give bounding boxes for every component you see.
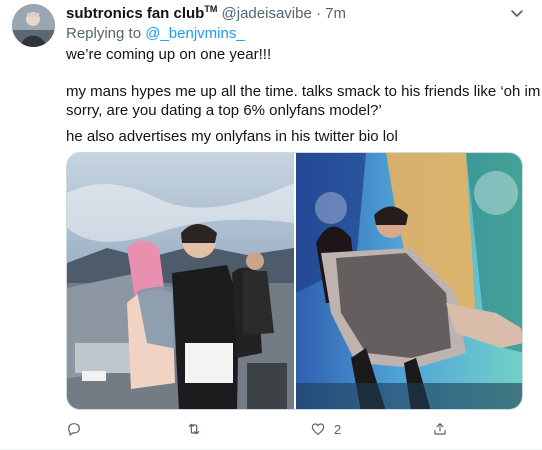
replying-to: Replying to @_benjvmins_ — [66, 25, 245, 42]
retweet-icon — [186, 421, 202, 437]
like-button[interactable]: 2 — [310, 418, 341, 440]
replying-to-link[interactable]: @_benjvmins_ — [145, 25, 244, 42]
trademark-suffix: TM — [204, 4, 218, 14]
timestamp[interactable]: 7m — [325, 5, 346, 22]
share-icon — [432, 421, 448, 437]
retweet-button[interactable] — [186, 418, 202, 440]
separator-dot: · — [315, 5, 321, 22]
tweet-text-line: we’re coming up on one year!!! — [66, 46, 272, 63]
avatar[interactable] — [12, 4, 55, 47]
action-bar: 2 — [66, 418, 446, 440]
tweet-text-line: sorry, are you dating a top 6% onlyfans … — [66, 102, 382, 119]
like-count: 2 — [334, 421, 342, 437]
heart-icon — [310, 421, 326, 437]
display-name[interactable]: subtronics fan clubTM — [66, 4, 218, 22]
tweet-header: subtronics fan clubTM @jadeisavibe · 7m — [66, 4, 346, 24]
tweet-text-line: my mans hypes me up all the time. talks … — [66, 83, 541, 100]
replying-prefix: Replying to — [66, 25, 142, 42]
chevron-down-icon[interactable] — [510, 6, 524, 20]
tweet-text-line: he also advertises my onlyfans in his tw… — [66, 128, 398, 145]
tweet-card[interactable]: subtronics fan clubTM @jadeisavibe · 7m … — [0, 0, 542, 450]
user-handle[interactable]: @jadeisavibe — [222, 5, 312, 22]
reply-button[interactable] — [66, 418, 82, 440]
photo-right[interactable] — [296, 153, 522, 409]
share-button[interactable] — [432, 418, 448, 440]
media-grid — [66, 152, 523, 410]
photo-left[interactable] — [67, 153, 294, 409]
reply-icon — [66, 421, 82, 437]
